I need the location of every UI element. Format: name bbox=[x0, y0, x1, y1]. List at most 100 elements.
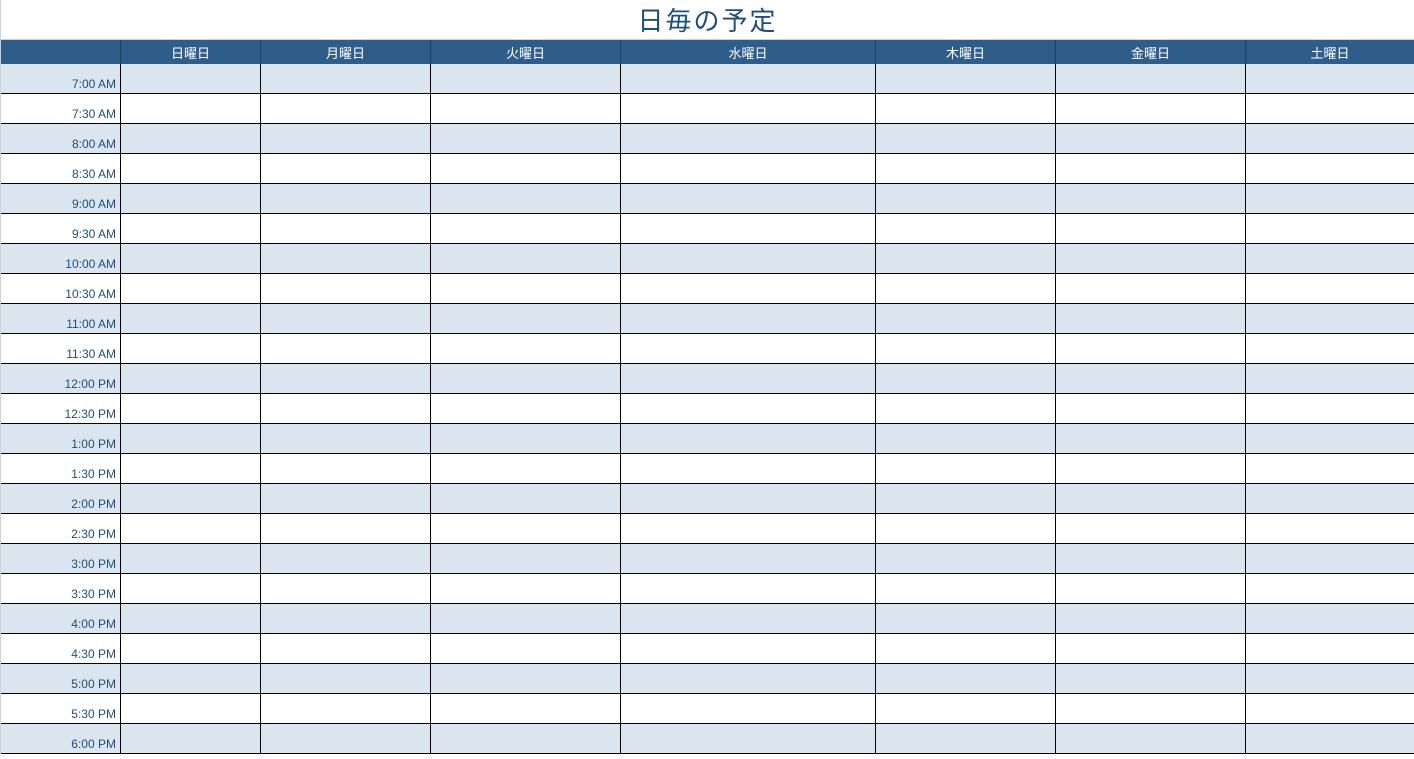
schedule-cell[interactable] bbox=[1056, 244, 1246, 274]
schedule-cell[interactable] bbox=[621, 694, 876, 724]
schedule-cell[interactable] bbox=[1056, 634, 1246, 664]
schedule-cell[interactable] bbox=[1056, 514, 1246, 544]
schedule-cell[interactable] bbox=[621, 214, 876, 244]
schedule-cell[interactable] bbox=[1246, 454, 1414, 484]
schedule-cell[interactable] bbox=[1246, 244, 1414, 274]
schedule-cell[interactable] bbox=[621, 184, 876, 214]
schedule-cell[interactable] bbox=[621, 334, 876, 364]
schedule-cell[interactable] bbox=[1056, 604, 1246, 634]
schedule-cell[interactable] bbox=[261, 694, 431, 724]
schedule-cell[interactable] bbox=[431, 274, 621, 304]
schedule-cell[interactable] bbox=[621, 424, 876, 454]
schedule-cell[interactable] bbox=[1056, 184, 1246, 214]
schedule-cell[interactable] bbox=[121, 664, 261, 694]
schedule-cell[interactable] bbox=[1056, 124, 1246, 154]
schedule-cell[interactable] bbox=[121, 154, 261, 184]
schedule-cell[interactable] bbox=[431, 544, 621, 574]
schedule-cell[interactable] bbox=[876, 394, 1056, 424]
schedule-cell[interactable] bbox=[431, 514, 621, 544]
schedule-cell[interactable] bbox=[621, 484, 876, 514]
schedule-cell[interactable] bbox=[876, 544, 1056, 574]
schedule-cell[interactable] bbox=[121, 604, 261, 634]
schedule-cell[interactable] bbox=[121, 724, 261, 754]
schedule-cell[interactable] bbox=[431, 394, 621, 424]
schedule-cell[interactable] bbox=[1246, 604, 1414, 634]
schedule-cell[interactable] bbox=[431, 154, 621, 184]
schedule-cell[interactable] bbox=[431, 304, 621, 334]
schedule-cell[interactable] bbox=[431, 364, 621, 394]
schedule-cell[interactable] bbox=[431, 484, 621, 514]
schedule-cell[interactable] bbox=[1246, 364, 1414, 394]
schedule-cell[interactable] bbox=[431, 244, 621, 274]
schedule-cell[interactable] bbox=[876, 634, 1056, 664]
schedule-cell[interactable] bbox=[876, 214, 1056, 244]
schedule-cell[interactable] bbox=[621, 634, 876, 664]
schedule-cell[interactable] bbox=[876, 724, 1056, 754]
schedule-cell[interactable] bbox=[876, 484, 1056, 514]
schedule-cell[interactable] bbox=[876, 454, 1056, 484]
schedule-cell[interactable] bbox=[1056, 214, 1246, 244]
schedule-cell[interactable] bbox=[431, 184, 621, 214]
schedule-cell[interactable] bbox=[121, 244, 261, 274]
schedule-cell[interactable] bbox=[1056, 154, 1246, 184]
schedule-cell[interactable] bbox=[621, 724, 876, 754]
schedule-cell[interactable] bbox=[1246, 154, 1414, 184]
schedule-cell[interactable] bbox=[261, 304, 431, 334]
schedule-cell[interactable] bbox=[431, 664, 621, 694]
schedule-cell[interactable] bbox=[876, 694, 1056, 724]
schedule-cell[interactable] bbox=[1056, 724, 1246, 754]
schedule-cell[interactable] bbox=[1246, 184, 1414, 214]
schedule-cell[interactable] bbox=[621, 544, 876, 574]
schedule-cell[interactable] bbox=[1056, 454, 1246, 484]
schedule-cell[interactable] bbox=[431, 124, 621, 154]
schedule-cell[interactable] bbox=[261, 124, 431, 154]
schedule-cell[interactable] bbox=[431, 454, 621, 484]
schedule-cell[interactable] bbox=[261, 604, 431, 634]
schedule-cell[interactable] bbox=[121, 394, 261, 424]
schedule-cell[interactable] bbox=[121, 304, 261, 334]
schedule-cell[interactable] bbox=[876, 334, 1056, 364]
schedule-cell[interactable] bbox=[1056, 424, 1246, 454]
schedule-cell[interactable] bbox=[876, 364, 1056, 394]
schedule-cell[interactable] bbox=[876, 244, 1056, 274]
schedule-cell[interactable] bbox=[876, 574, 1056, 604]
schedule-cell[interactable] bbox=[261, 724, 431, 754]
schedule-cell[interactable] bbox=[621, 124, 876, 154]
schedule-cell[interactable] bbox=[876, 664, 1056, 694]
schedule-cell[interactable] bbox=[121, 64, 261, 94]
schedule-cell[interactable] bbox=[621, 604, 876, 634]
schedule-cell[interactable] bbox=[876, 604, 1056, 634]
schedule-cell[interactable] bbox=[876, 184, 1056, 214]
schedule-cell[interactable] bbox=[621, 454, 876, 484]
schedule-cell[interactable] bbox=[876, 274, 1056, 304]
schedule-cell[interactable] bbox=[261, 244, 431, 274]
schedule-cell[interactable] bbox=[1056, 94, 1246, 124]
schedule-cell[interactable] bbox=[261, 184, 431, 214]
schedule-cell[interactable] bbox=[621, 514, 876, 544]
schedule-cell[interactable] bbox=[261, 394, 431, 424]
schedule-cell[interactable] bbox=[261, 664, 431, 694]
schedule-cell[interactable] bbox=[261, 634, 431, 664]
schedule-cell[interactable] bbox=[621, 64, 876, 94]
schedule-cell[interactable] bbox=[621, 364, 876, 394]
schedule-cell[interactable] bbox=[261, 364, 431, 394]
schedule-cell[interactable] bbox=[1246, 574, 1414, 604]
schedule-cell[interactable] bbox=[431, 334, 621, 364]
schedule-cell[interactable] bbox=[1056, 334, 1246, 364]
schedule-cell[interactable] bbox=[121, 424, 261, 454]
schedule-cell[interactable] bbox=[1246, 274, 1414, 304]
schedule-cell[interactable] bbox=[261, 424, 431, 454]
schedule-cell[interactable] bbox=[1246, 664, 1414, 694]
schedule-cell[interactable] bbox=[1246, 424, 1414, 454]
schedule-cell[interactable] bbox=[621, 94, 876, 124]
schedule-cell[interactable] bbox=[621, 574, 876, 604]
schedule-cell[interactable] bbox=[431, 694, 621, 724]
schedule-cell[interactable] bbox=[261, 274, 431, 304]
schedule-cell[interactable] bbox=[431, 604, 621, 634]
schedule-cell[interactable] bbox=[876, 124, 1056, 154]
schedule-cell[interactable] bbox=[621, 304, 876, 334]
schedule-cell[interactable] bbox=[1246, 484, 1414, 514]
schedule-cell[interactable] bbox=[1246, 514, 1414, 544]
schedule-cell[interactable] bbox=[121, 364, 261, 394]
schedule-cell[interactable] bbox=[431, 94, 621, 124]
